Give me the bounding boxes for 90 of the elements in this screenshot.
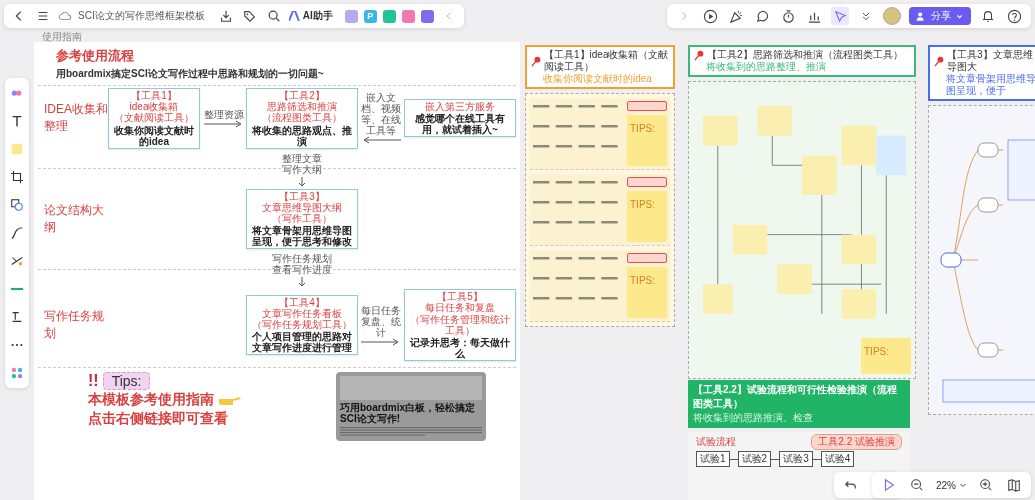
section-label: 试验流程 — [696, 435, 736, 449]
connector-label: 整理资源 — [204, 108, 244, 120]
embed-title: 嵌入第三方服务 — [425, 101, 495, 113]
sticky-title: TIPS: — [630, 123, 655, 134]
tool-card[interactable]: 【工具4】 文章写作任务看板 （写作任务规划工具） 个人项目管理的思路对文章写作进度进行管理 — [246, 294, 358, 356]
tool-description: 将文章骨架用思维导图呈现，便于思考和修改 — [250, 225, 353, 248]
tool-card[interactable]: 【工具3】 文章思维导图大纲 （写作工具） 将文章骨架用思维导图呈现，便于思考和修改 — [246, 188, 358, 250]
exclamation-mark: !! — [88, 371, 99, 390]
pushpin-icon — [531, 55, 542, 67]
tool-description: 记录并思考：每天做什么 — [409, 336, 511, 359]
tool-name: 每日任务和复盘 — [425, 302, 495, 314]
embed-description: 感觉哪个在线工具有用，就试着插入~ — [414, 113, 506, 136]
board-subtitle: 将收集到的思路整理、推演 — [705, 61, 827, 73]
pushpin-icon — [934, 55, 945, 67]
arrow — [204, 119, 244, 128]
frame-icon[interactable] — [8, 168, 26, 186]
board-title: 【工具3】文章思维导图大 — [947, 49, 1034, 73]
arrow — [298, 176, 306, 187]
status-tag — [627, 101, 667, 111]
board-title: 【工具2.2】试验流程和可行性检验推演（流程图类工具） — [693, 383, 898, 411]
connector-label: 每日任务复盘、统计 — [358, 304, 404, 338]
help-icon[interactable] — [1005, 7, 1023, 25]
embed-card[interactable]: 嵌入第三方服务 感觉哪个在线工具有用，就试着插入~ — [404, 99, 516, 138]
board-subtitle: 将文章骨架用思维导图呈现，便于 — [945, 73, 1035, 97]
status-tag — [627, 253, 667, 263]
tool-tag: 【工具4】 — [279, 296, 325, 308]
tool-type: （流程图类工具） — [262, 112, 342, 124]
caret-icon — [959, 481, 967, 489]
app-icon[interactable] — [401, 9, 415, 23]
tool-description: 将收集的思路观点、推演 — [250, 124, 353, 147]
step-node: 试验2 — [737, 451, 772, 467]
connector-label: 写作任务规划查看写作进度 — [271, 251, 333, 278]
tool-card[interactable]: 【工具5】 每日任务和复盘 （写作任务管理和统计工具） 记录并思考：每天做什么 — [404, 289, 516, 361]
pushpin-icon — [694, 49, 705, 61]
share-button[interactable]: 分享 — [909, 7, 971, 25]
document-title[interactable]: SCI论文的写作思维框架模板 — [78, 9, 205, 23]
step-node: 试验4 — [820, 451, 855, 467]
tool-name: 思路筛选和推演 — [267, 101, 337, 113]
tool-description: 收集你阅读文献时的idea — [113, 124, 195, 147]
ai-logo-icon — [288, 11, 301, 21]
arrow — [361, 136, 401, 145]
tool-type: （文献阅读工具） — [114, 112, 194, 124]
guide-title: 参考使用流程 — [56, 47, 135, 65]
tips-text: 本模板参考使用指南 — [88, 390, 214, 409]
board-subtitle: 收集你阅读文献时的idea — [542, 73, 653, 85]
step-node: 试验3 — [779, 451, 813, 467]
guide-subtitle: 用boardmix搞定SCI论文写作过程中思路和规划的一切问题~ — [56, 67, 325, 81]
shapes-icon[interactable] — [8, 196, 26, 214]
tool-type: （写作任务规划工具） — [252, 319, 352, 331]
tool-tag: 【工具3】 — [279, 190, 325, 202]
arrow — [361, 337, 401, 346]
board-title: 【工具2】思路筛选和推演（流程图类工具） — [707, 49, 903, 61]
tips-text: 点击右侧链接即可查看 — [88, 409, 229, 428]
zoom-level-dropdown[interactable]: 22% — [936, 479, 967, 491]
tool-card[interactable]: 【工具1】 idea收集箱 （文献阅读工具） 收集你阅读文献时的idea — [108, 88, 200, 149]
article-card[interactable]: 巧用boardmix白板，轻松搞定SCI论文写作! — [336, 371, 486, 441]
tool-type: （写作工具） — [272, 212, 332, 225]
person-icon — [916, 10, 927, 22]
app-icon[interactable] — [420, 9, 434, 23]
tag-label: 工具2.2 试验推演 — [811, 434, 902, 450]
frame-label: 使用指南 — [42, 30, 82, 44]
cursor-icon[interactable] — [831, 7, 849, 25]
sticky-title: TIPS: — [864, 345, 889, 357]
tool-tag: 【工具1】 — [131, 90, 177, 102]
stage-label: 写作任务规划 — [43, 308, 105, 342]
tool-tag: 【工具5】 — [437, 291, 483, 303]
sticky-title: TIPS: — [630, 199, 655, 210]
tips-label: Tips: — [102, 371, 151, 390]
tool-description: 个人项目管理的思路对文章写作进度进行管理 — [251, 331, 353, 354]
sticky-title: TIPS: — [630, 275, 655, 286]
tool-card[interactable]: 【工具2】 思路筛选和推演 （流程图类工具） 将收集的思路观点、推演 — [246, 88, 358, 149]
tool-name: 文章思维导图大纲 — [262, 201, 342, 213]
arrow — [298, 277, 306, 288]
play-icon[interactable] — [701, 7, 719, 25]
step-node: 试验1 — [696, 451, 730, 467]
tool-name: idea收集箱 — [129, 101, 179, 113]
stage-label: IDEA收集和整理 — [43, 101, 108, 136]
tool-type: （写作任务管理和统计工具） — [409, 313, 511, 336]
connector-label: 嵌入文档、视频等、在线工具等 — [358, 92, 404, 137]
board-subtitle: 将收集到的思路推演、检查 — [693, 411, 814, 425]
article-title: 巧用boardmix白板，轻松搞定SCI论文写作! — [340, 401, 476, 425]
connector-label: 整理文章写作大纲 — [281, 150, 323, 177]
board-title: 【工具1】idea收集箱（文献阅读工具） — [544, 49, 669, 73]
stage-label: 论文结构大纲 — [43, 201, 105, 236]
tool-tag: 【工具2】 — [279, 90, 325, 102]
status-tag — [627, 177, 667, 187]
tool-name: 文章写作任务看板 — [262, 307, 342, 320]
map-icon[interactable] — [1005, 476, 1023, 494]
ai-assistant-button[interactable]: AI助手 — [288, 9, 333, 23]
cloud-icon — [58, 9, 72, 23]
